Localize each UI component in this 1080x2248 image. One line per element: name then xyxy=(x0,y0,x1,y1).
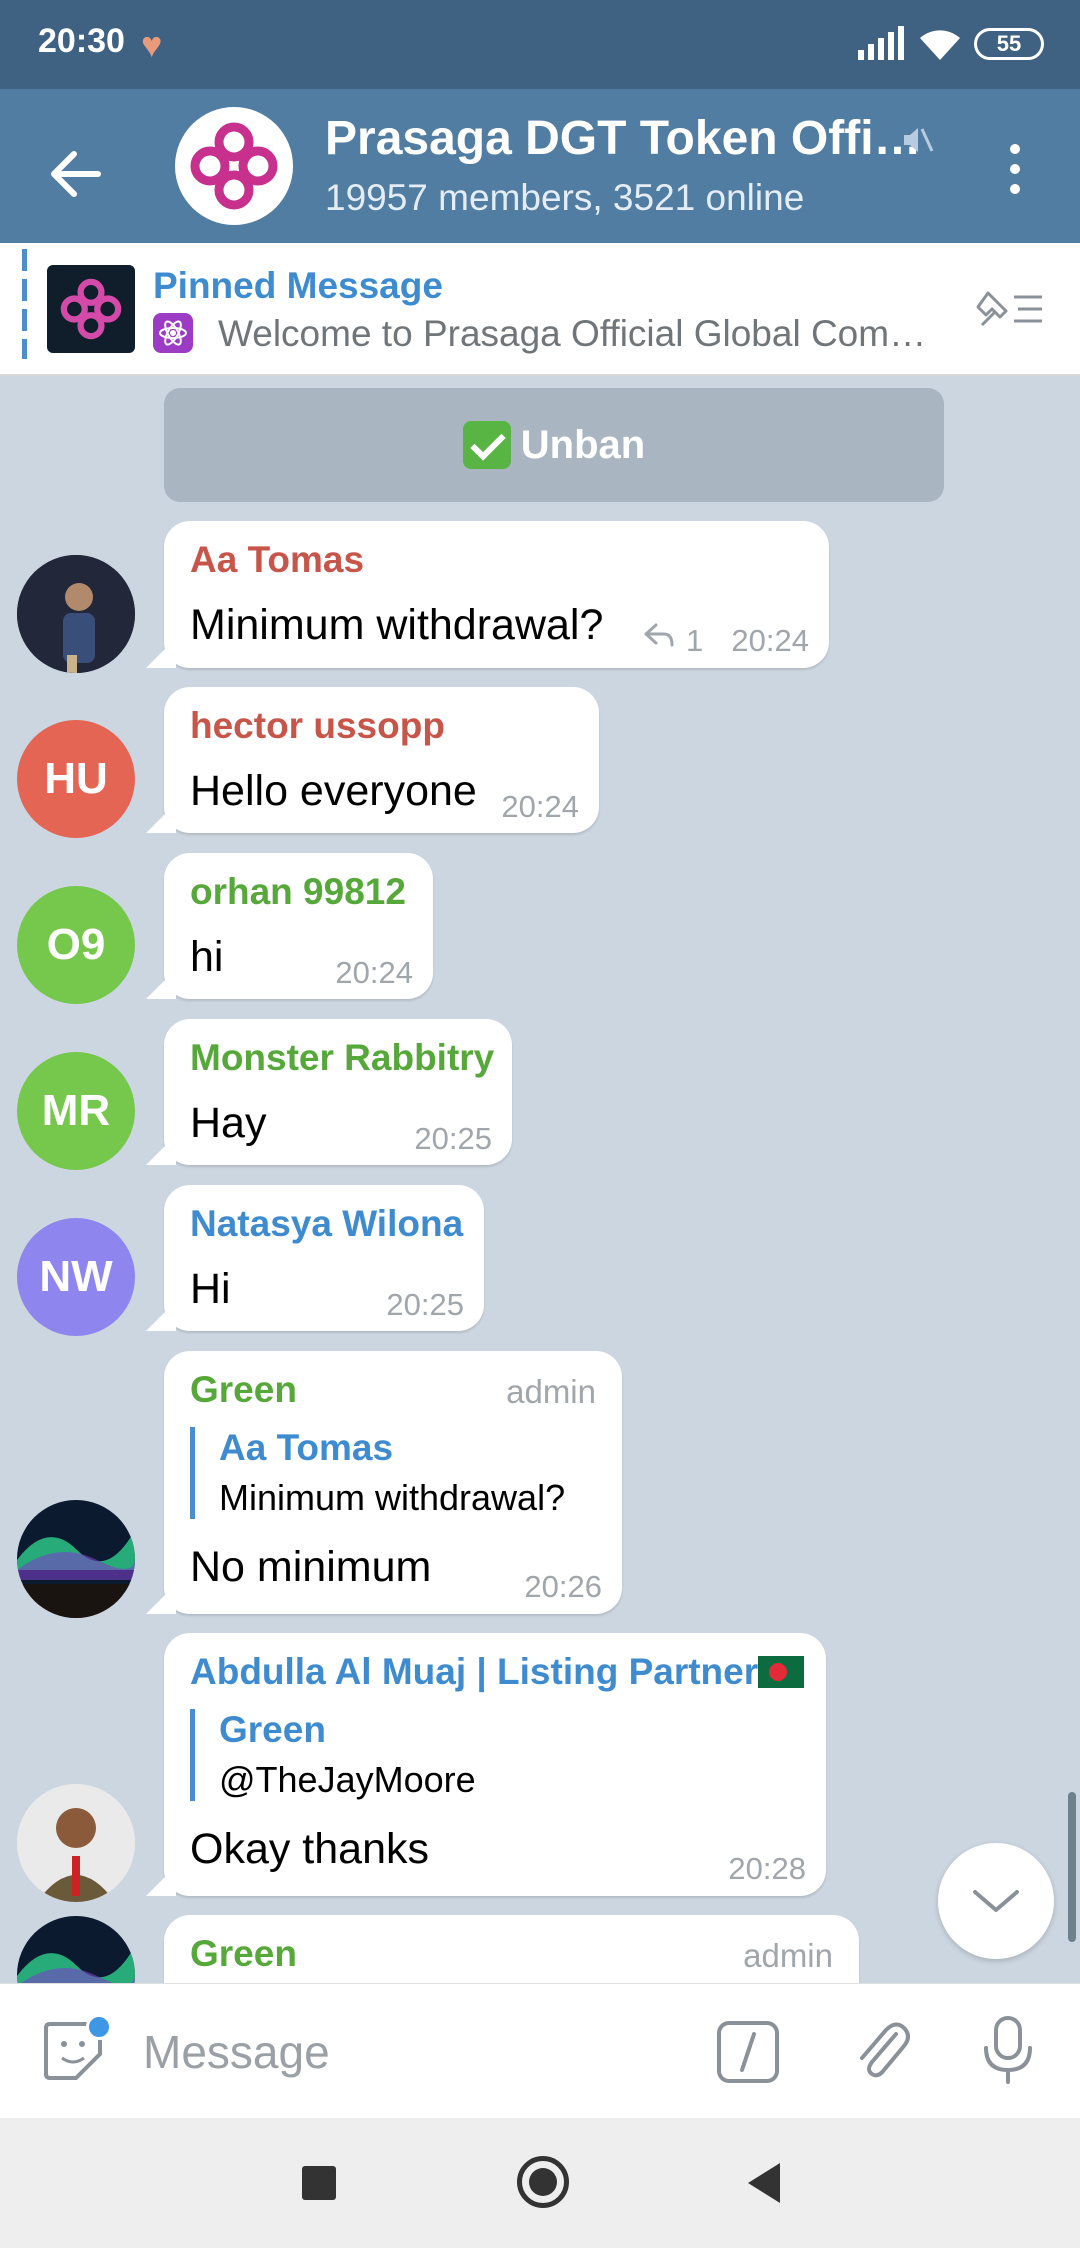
microphone-icon[interactable] xyxy=(978,2014,1038,2086)
message-input[interactable] xyxy=(143,2022,683,2082)
pinned-message-bar[interactable]: Pinned Message Welcome to Prasaga Offici… xyxy=(0,243,1080,376)
check-mark-icon xyxy=(462,421,511,469)
unban-button[interactable]: Unban xyxy=(164,388,944,502)
sender-name[interactable]: Monster Rabbitry xyxy=(190,1037,494,1079)
sender-name-text: Abdulla Al Muaj | Listing Partner xyxy=(190,1651,759,1692)
atom-emoji-icon xyxy=(153,313,193,353)
muted-icon xyxy=(904,128,934,152)
pinned-title: Pinned Message xyxy=(153,265,443,306)
reply-preview[interactable]: Green @TheJayMoore xyxy=(190,1709,476,1801)
message-time: 20:24 xyxy=(731,623,809,658)
prasaga-logo-icon xyxy=(190,122,278,210)
message-bubble[interactable]: Monster Rabbitry Hay 20:25 xyxy=(164,1019,512,1165)
reply-text: Minimum withdrawal? xyxy=(219,1477,566,1518)
sender-name[interactable]: orhan 99812 xyxy=(190,871,406,913)
sender-name[interactable]: Abdulla Al Muaj | Listing Partner xyxy=(190,1651,805,1693)
reply-text: @TheJayMoore xyxy=(219,1759,476,1800)
message-time: 20:24 xyxy=(335,955,413,990)
message-text: Minimum withdrawal? xyxy=(190,601,604,649)
heart-rate-icon: ♥ xyxy=(141,24,163,65)
chat-header: Prasaga DGT Token Offi… 19957 members, 3… xyxy=(0,89,1080,243)
sender-name[interactable]: Natasya Wilona xyxy=(190,1203,463,1245)
message-bubble[interactable]: Green admin Aa Tomas Minimum withdrawal?… xyxy=(164,1351,622,1614)
message-time: 20:26 xyxy=(524,1569,602,1604)
unban-label: Unban xyxy=(520,422,646,467)
reply-sender: Green xyxy=(219,1709,326,1750)
message-text: Hi xyxy=(190,1265,231,1313)
member-count: 19957 members, 3521 online xyxy=(325,177,805,218)
wifi-icon xyxy=(920,30,960,60)
status-time: 20:30 xyxy=(38,22,125,60)
more-options-icon[interactable] xyxy=(995,139,1035,199)
reply-arrow-icon xyxy=(644,623,674,647)
sender-name[interactable]: Green xyxy=(190,1933,297,1975)
message-time: 20:24 xyxy=(501,789,579,824)
user-photo-icon xyxy=(17,1784,135,1902)
status-bar: 20:30 ♥ 55 xyxy=(0,0,1080,89)
sender-name[interactable]: Green xyxy=(190,1369,297,1411)
message-text: Hello everyone xyxy=(190,767,477,815)
user-photo-icon xyxy=(17,555,135,673)
notification-dot xyxy=(86,2014,112,2040)
message-text: Okay thanks xyxy=(190,1825,429,1873)
message-text: No minimum xyxy=(190,1543,432,1591)
message-bubble[interactable]: Abdulla Al Muaj | Listing Partner Green … xyxy=(164,1633,826,1896)
message-text: Hay xyxy=(190,1099,267,1147)
pinned-thumbnail xyxy=(47,265,135,353)
avatar[interactable] xyxy=(17,1784,135,1902)
message-text: hi xyxy=(190,933,224,981)
message-bubble[interactable]: Natasya Wilona Hi 20:25 xyxy=(164,1185,484,1331)
avatar[interactable] xyxy=(17,1500,135,1618)
prasaga-logo-icon xyxy=(60,278,122,340)
message-composer xyxy=(0,1983,1080,2118)
message-time: 20:28 xyxy=(728,1851,806,1886)
avatar[interactable] xyxy=(17,555,135,673)
admin-tag: admin xyxy=(506,1373,596,1410)
avatar[interactable]: NW xyxy=(17,1218,135,1336)
bangladesh-flag-icon xyxy=(758,1656,805,1688)
sender-name[interactable]: hector ussopp xyxy=(190,705,445,747)
reply-preview[interactable]: Aa Tomas Minimum withdrawal? xyxy=(190,1427,565,1519)
reply-count[interactable]: 1 xyxy=(686,623,703,659)
back-arrow-icon[interactable] xyxy=(40,139,110,209)
pinned-text: Welcome to Prasaga Official Global Com… xyxy=(218,313,927,354)
reply-sender: Aa Tomas xyxy=(219,1427,394,1468)
paperclip-icon[interactable] xyxy=(850,2014,914,2084)
pinned-list-icon[interactable] xyxy=(972,285,1044,333)
avatar[interactable]: MR xyxy=(17,1052,135,1170)
home-button[interactable] xyxy=(517,2156,569,2208)
recent-apps-button[interactable] xyxy=(302,2166,336,2200)
back-button[interactable] xyxy=(748,2163,780,2203)
message-time: 20:25 xyxy=(414,1121,492,1156)
chevron-down-icon xyxy=(973,1890,1019,1912)
scrollbar[interactable] xyxy=(1068,1792,1076,1942)
message-time: 20:25 xyxy=(386,1287,464,1322)
scroll-to-bottom-button[interactable] xyxy=(938,1843,1054,1959)
message-bubble[interactable]: orhan 99812 hi 20:24 xyxy=(164,853,433,999)
signal-icon xyxy=(858,26,904,60)
battery-indicator: 55 xyxy=(974,28,1044,60)
bot-command-icon[interactable] xyxy=(716,2020,780,2084)
pinned-indicator xyxy=(22,249,27,359)
system-navigation-bar xyxy=(0,2118,1080,2248)
admin-tag: admin xyxy=(743,1937,833,1974)
sender-name[interactable]: Aa Tomas xyxy=(190,539,364,581)
message-bubble[interactable]: Aa Tomas Minimum withdrawal? 1 20:24 xyxy=(164,521,829,668)
avatar[interactable]: HU xyxy=(17,720,135,838)
message-bubble[interactable]: hector ussopp Hello everyone 20:24 xyxy=(164,687,599,833)
group-avatar[interactable] xyxy=(175,107,293,225)
group-title[interactable]: Prasaga DGT Token Offi… xyxy=(325,111,922,166)
aurora-photo-icon xyxy=(17,1500,135,1618)
avatar[interactable]: O9 xyxy=(17,886,135,1004)
